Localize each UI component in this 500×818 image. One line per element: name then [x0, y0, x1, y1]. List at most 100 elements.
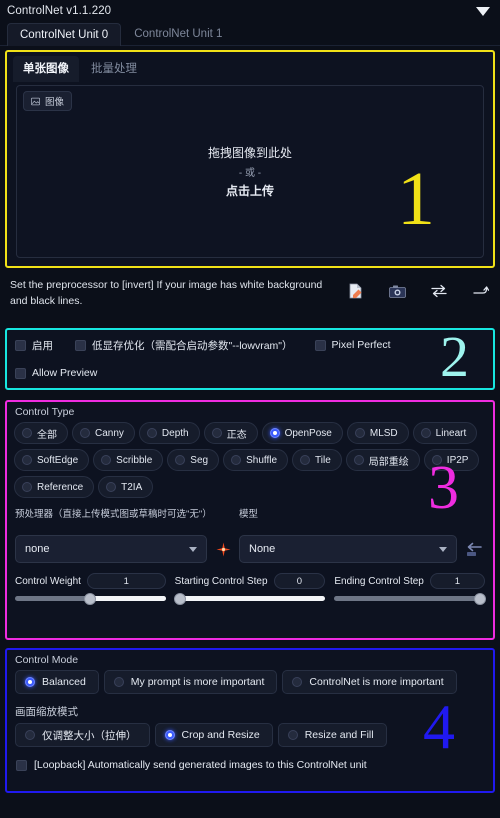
chevron-down-icon[interactable]	[439, 546, 447, 552]
edit-document-icon[interactable]	[346, 283, 364, 299]
dropzone-line-2: - 或 -	[238, 168, 262, 179]
control-type-all[interactable]: 全部	[14, 422, 68, 444]
checkbox-pixel-perfect[interactable]: Pixel Perfect	[314, 339, 391, 351]
checkbox-allow-preview[interactable]: Allow Preview	[15, 367, 97, 379]
checkbox-enable[interactable]: 启用	[15, 338, 53, 353]
radio-icon[interactable]	[287, 730, 298, 740]
control-type-seg[interactable]: Seg	[167, 449, 220, 471]
checkbox-box[interactable]	[15, 339, 26, 351]
radio-icon[interactable]	[211, 428, 222, 438]
slider-handle[interactable]	[173, 592, 186, 605]
control-type-label-text: T2IA	[121, 481, 143, 493]
radio-icon[interactable]	[269, 428, 280, 438]
control-type-lineart[interactable]: Lineart	[412, 422, 478, 444]
radio-icon[interactable]	[164, 730, 175, 740]
swap-arrows-icon[interactable]	[430, 283, 448, 299]
control-type-label-text: 全部	[37, 429, 57, 441]
control-type-openpose[interactable]: OpenPose	[261, 422, 343, 444]
model-selection-area: 预处理器（直接上传模式图或草稿时可选"无"） none 模型 None	[7, 503, 493, 563]
tab-batch-process[interactable]: 批量处理	[81, 56, 147, 82]
slider-handle[interactable]	[84, 592, 97, 605]
slider-track[interactable]	[15, 592, 166, 605]
slider-label: Ending Control Step	[334, 575, 424, 587]
checkbox-label: [Loopback] Automatically send generated …	[34, 759, 367, 771]
tab-label: ControlNet Unit 1	[134, 28, 223, 40]
send-arrow-icon[interactable]	[472, 283, 490, 299]
control-type-t2ia[interactable]: T2IA	[98, 476, 154, 498]
radio-icon[interactable]	[420, 428, 431, 438]
tab-single-image[interactable]: 单张图像	[13, 56, 79, 82]
chevron-down-icon[interactable]	[476, 6, 490, 16]
checkbox-low-vram[interactable]: 低显存优化（需配合启动参数"--lowvram"）	[75, 338, 293, 353]
model-label: 模型	[239, 509, 259, 520]
image-input-section: 单张图像 批量处理 图像 拖拽图像到此处 - 或 - 点击上传 1	[5, 50, 495, 268]
control-type-scribble[interactable]: Scribble	[93, 449, 164, 471]
camera-icon[interactable]	[388, 283, 406, 299]
tab-controlnet-unit-1[interactable]: ControlNet Unit 1	[121, 22, 235, 45]
tab-controlnet-unit-0[interactable]: ControlNet Unit 0	[7, 23, 122, 46]
checkbox-label: Pixel Perfect	[331, 339, 391, 351]
radio-icon[interactable]	[106, 482, 117, 492]
slider-handle[interactable]	[474, 592, 487, 605]
resize-mode-crop-and-resize[interactable]: Crop and Resize	[154, 723, 273, 747]
model-dropdown[interactable]: None	[239, 535, 457, 563]
radio-icon[interactable]	[80, 428, 90, 438]
spark-icon[interactable]	[213, 535, 233, 563]
options-row-2: Allow Preview	[7, 360, 493, 386]
tab-label: 批量处理	[91, 63, 137, 75]
radio-icon[interactable]	[354, 428, 365, 438]
control-type-mlsd[interactable]: MLSD	[346, 422, 409, 444]
control-type-softedge[interactable]: SoftEdge	[14, 449, 90, 471]
radio-icon[interactable]	[300, 455, 311, 465]
control-type-inpaint[interactable]: 局部重绘	[345, 449, 420, 471]
control-mode-balanced[interactable]: Balanced	[15, 670, 99, 694]
resize-mode-resize-and-fill[interactable]: Resize and Fill	[277, 723, 387, 747]
radio-icon[interactable]	[25, 677, 35, 687]
control-type-shuffle[interactable]: Shuffle	[223, 449, 289, 471]
options-section: 启用 低显存优化（需配合启动参数"--lowvram"） Pixel Perfe…	[5, 327, 495, 390]
control-type-normal[interactable]: 正态	[203, 422, 258, 444]
radio-icon[interactable]	[353, 455, 364, 465]
slider-track[interactable]	[173, 592, 326, 605]
control-type-label-text: OpenPose	[284, 427, 332, 439]
control-type-tile[interactable]: Tile	[292, 449, 342, 471]
control-mode-controlnet-important[interactable]: ControlNet is more important	[282, 670, 457, 694]
radio-icon[interactable]	[113, 677, 124, 687]
resize-mode-options: 仅调整大小（拉伸） Crop and Resize Resize and Fil…	[7, 723, 493, 747]
radio-icon[interactable]	[22, 455, 32, 465]
radio-icon[interactable]	[175, 455, 186, 465]
radio-icon[interactable]	[431, 455, 442, 465]
slider-value[interactable]: 1	[86, 573, 166, 589]
control-type-reference[interactable]: Reference	[14, 476, 95, 498]
chevron-down-icon[interactable]	[189, 546, 197, 552]
controlnet-panel: ControlNet v1.1.220 ControlNet Unit 0 Co…	[0, 0, 500, 818]
control-type-canny[interactable]: Canny	[72, 422, 135, 444]
radio-icon[interactable]	[22, 482, 32, 492]
slider-track[interactable]	[334, 592, 487, 605]
left-arrow-icon[interactable]	[463, 535, 485, 563]
radio-icon[interactable]	[101, 455, 112, 465]
control-mode-prompt-important[interactable]: My prompt is more important	[103, 670, 278, 694]
radio-icon[interactable]	[22, 428, 32, 438]
control-type-label-text: Scribble	[116, 454, 153, 466]
radio-icon[interactable]	[25, 730, 35, 740]
resize-mode-label: 画面缩放模式	[15, 706, 78, 718]
resize-mode-just-resize[interactable]: 仅调整大小（拉伸）	[15, 723, 150, 747]
control-type-label-text: Shuffle	[246, 454, 278, 466]
control-type-label-text: 局部重绘	[368, 456, 409, 468]
radio-icon[interactable]	[146, 428, 157, 438]
control-type-depth[interactable]: Depth	[138, 422, 200, 444]
radio-icon[interactable]	[292, 677, 303, 687]
checkbox-box[interactable]	[314, 339, 326, 351]
preprocessor-dropdown[interactable]: none	[15, 535, 207, 563]
checkbox-box[interactable]	[75, 339, 86, 351]
slider-value[interactable]: 0	[273, 573, 326, 589]
checkbox-loopback[interactable]: [Loopback] Automatically send generated …	[7, 753, 493, 771]
radio-icon[interactable]	[231, 455, 242, 465]
checkbox-box[interactable]	[15, 367, 26, 379]
checkbox-box[interactable]	[16, 759, 27, 771]
control-type-ip2p[interactable]: IP2P	[423, 449, 480, 471]
dropzone-upload-link[interactable]: 点击上传	[226, 182, 274, 199]
image-dropzone[interactable]: 图像 拖拽图像到此处 - 或 - 点击上传	[16, 85, 484, 258]
slider-value[interactable]: 1	[429, 573, 486, 589]
